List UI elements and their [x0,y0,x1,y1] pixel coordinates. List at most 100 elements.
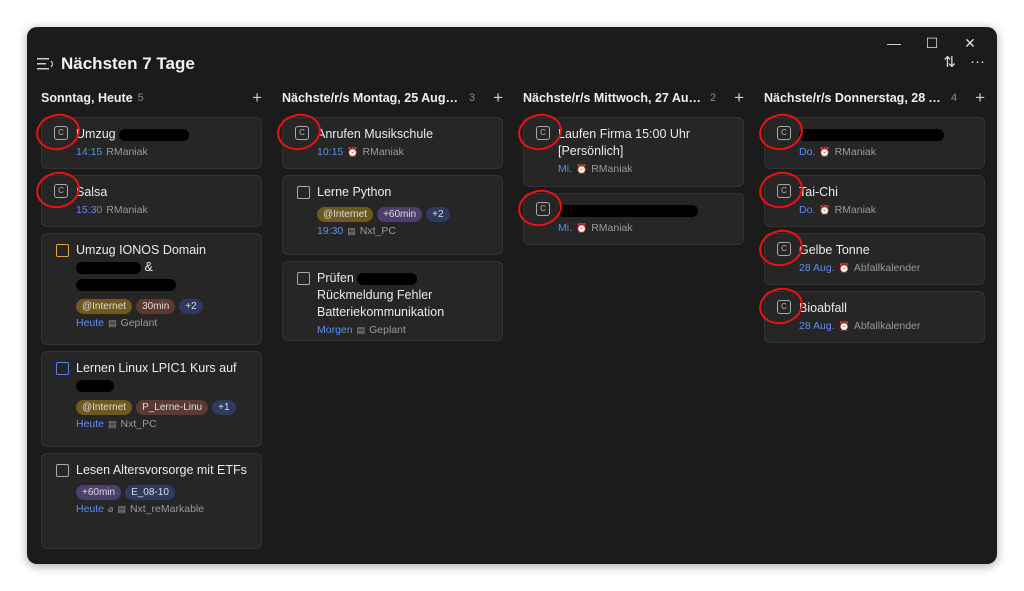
tag[interactable]: @Internet [76,299,133,314]
column-header: Sonntag, Heute 5 + [41,85,262,111]
redaction [76,278,176,291]
column-header: Nächste/r/s Mittwoch, 27 Aug... 2 + [523,85,744,111]
column-wednesday: Nächste/r/s Mittwoch, 27 Aug... 2 + C La… [514,85,744,549]
task-checkbox[interactable] [56,464,69,477]
note-icon: ▤ [108,418,117,429]
task-card[interactable]: Lerne Python @Internet +60min +2 19:30 ▤ N… [282,175,503,255]
task-card[interactable]: C Do. ⏰ RManiak [755,109,985,169]
column-header: Nächste/r/s Montag, 25 August 3 + [282,85,503,111]
tag[interactable]: E_08-10 [125,485,175,500]
task-card[interactable]: C Gelbe Tonne 28 Aug. ⏰ Abfallkalender [755,225,985,285]
task-title: Lerne Python [317,185,392,199]
task-day: Do. [799,146,816,158]
column-title: Nächste/r/s Mittwoch, 27 Aug... [523,91,705,105]
add-task-button[interactable]: + [493,88,503,108]
sidebar-toggle-icon[interactable] [37,57,53,71]
redaction [357,272,418,285]
task-source: RManiak [591,163,633,175]
tag[interactable]: +60min [377,207,423,222]
task-card[interactable]: C Laufen Firma 15:00 Uhr [Persönlich] Mi… [514,109,744,187]
task-card[interactable]: Lesen Altersvorsorge mit ETFs +60min E_0… [41,453,262,549]
window-controls: — ☐ ✕ [875,31,989,55]
task-list: Geplant [369,324,406,336]
task-checkbox[interactable] [56,362,69,375]
add-task-button[interactable]: + [975,88,985,108]
task-source: RManiak [362,146,404,158]
task-title: Lesen Altersvorsorge mit ETFs [76,463,247,477]
task-source: RManiak [834,204,876,216]
task-source: Abfallkalender [853,262,921,274]
task-source: RManiak [106,204,148,216]
task-time: 14:15 [76,146,103,158]
toolbar: ⇅ ··· [943,53,985,71]
redaction [76,261,141,274]
tag[interactable]: +1 [212,400,236,415]
add-task-button[interactable]: + [252,88,262,108]
app-window: — ☐ ✕ Nächsten 7 Tage ⇅ ··· Sonntag, Heu… [27,27,997,564]
column-count: 3 [469,92,476,104]
task-card[interactable]: C Salsa 15:30 RManiak [32,167,262,227]
task-card[interactable]: C Umzug 14:15 RManiak [32,109,262,169]
tag[interactable]: +60min [76,485,122,500]
task-card[interactable]: Umzug IONOS Domain & @Internet 30min +2 … [41,233,262,345]
task-title: Salsa [76,185,108,199]
task-date: 28 Aug. [799,262,835,274]
task-card[interactable]: C Bioabfall 28 Aug. ⏰ Abfallkalender [755,283,985,343]
task-day: Do. [799,204,816,216]
task-title-cont: Rückmeldung Fehler Batteriekommunikation [317,288,445,319]
task-day: Mi. [558,163,572,175]
task-source: RManiak [106,146,148,158]
more-icon[interactable]: ··· [970,53,985,71]
task-checkbox[interactable] [297,272,310,285]
close-button[interactable]: ✕ [951,31,989,55]
task-card[interactable]: Prüfen Rückmeldung Fehler Batteriekommun… [282,261,503,341]
task-title: Prüfen [317,271,354,285]
task-date: Heute [76,317,105,329]
task-list: Nxt_PC [120,418,157,430]
header: Nächsten 7 Tage [37,51,195,77]
tag[interactable]: +2 [179,299,203,314]
alarm-icon: ⏰ [838,262,850,273]
task-checkbox[interactable] [297,186,310,199]
task-title-cont: & [144,260,153,274]
task-title: Laufen Firma 15:00 Uhr [Persönlich] [558,127,691,158]
add-task-button[interactable]: + [734,88,744,108]
column-header: Nächste/r/s Donnerstag, 28 A... 4 + [764,85,985,111]
task-checkbox[interactable] [56,244,69,257]
task-date: Heute [76,503,105,515]
task-date: Morgen [317,324,353,336]
note-icon: ▤ [108,317,117,328]
task-source: Abfallkalender [853,320,921,332]
minimize-button[interactable]: — [875,31,913,55]
column-title: Sonntag, Heute [41,91,133,105]
alarm-icon: ⏰ [819,146,831,157]
note-icon: ▤ [117,503,126,514]
alarm-icon: ⏰ [576,222,588,233]
task-card[interactable]: Lernen Linux LPIC1 Kurs auf @Internet P_… [41,351,262,447]
tag[interactable]: @Internet [76,400,133,415]
task-day: Mi. [558,222,572,234]
column-today: Sonntag, Heute 5 + C Umzug 14:15 RManiak … [32,85,262,549]
task-card[interactable]: C Anrufen Musikschule 10:15 ⏰ RManiak [273,109,503,169]
tag[interactable]: @Internet [317,207,374,222]
task-title: Anrufen Musikschule [317,127,434,141]
redaction [119,128,190,141]
tag[interactable]: P_Lerne-Linu [136,400,209,415]
maximize-button[interactable]: ☐ [913,31,951,55]
task-title: Umzug [76,127,116,141]
tag[interactable]: +2 [426,207,450,222]
task-card[interactable]: C Mi. ⏰ RManiak [514,185,744,245]
task-card[interactable]: C Tai-Chi Do. ⏰ RManiak [755,167,985,227]
attachment-icon: ⌀ [108,503,114,514]
tag[interactable]: 30min [136,299,176,314]
redaction [799,128,944,141]
column-title: Nächste/r/s Donnerstag, 28 A... [764,91,946,105]
tag-list: @Internet P_Lerne-Linu +1 [76,400,251,415]
tag-list: +60min E_08-10 [76,485,251,500]
tag-list: @Internet +60min +2 [317,207,492,222]
alarm-icon: ⏰ [838,320,850,331]
sort-icon[interactable]: ⇅ [943,53,956,71]
alarm-icon: ⏰ [576,163,588,174]
column-thursday: Nächste/r/s Donnerstag, 28 A... 4 + C Do… [755,85,985,549]
task-source: RManiak [591,222,633,234]
